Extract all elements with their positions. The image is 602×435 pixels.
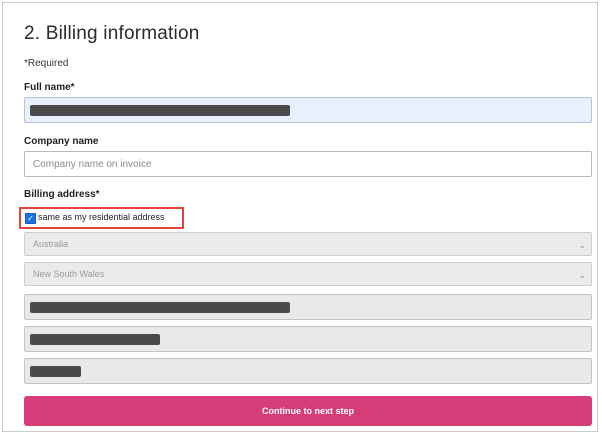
redacted-full-name [30,105,290,116]
company-name-label: Company name [24,136,99,147]
continue-button[interactable]: Continue to next step [24,396,592,426]
state-selected-value: New South Wales [33,269,105,279]
billing-form: 2. Billing information *Required Full na… [2,2,598,432]
chevron-down-icon: ⌄ [578,240,586,250]
street-address-input[interactable] [24,294,592,320]
company-name-input[interactable] [24,151,592,177]
full-name-label: Full name* [24,82,75,93]
section-title: 2. Billing information [24,23,200,44]
redacted-postcode [30,366,81,377]
checkmark-icon: ✓ [27,214,34,223]
postcode-input[interactable] [24,358,592,384]
full-name-input[interactable] [24,97,592,123]
required-note: *Required [24,58,69,69]
billing-address-label: Billing address* [24,189,100,200]
country-selected-value: Australia [33,239,69,249]
redacted-street-address [30,302,290,313]
same-as-residential-row[interactable]: ✓ same as my residential address [19,207,184,229]
same-as-residential-checkbox[interactable]: ✓ [25,213,36,224]
country-select[interactable]: Australia ⌄ [24,232,592,256]
chevron-down-icon: ⌄ [578,270,586,280]
suburb-input[interactable] [24,326,592,352]
redacted-suburb [30,334,160,345]
same-as-residential-label[interactable]: same as my residential address [38,212,165,222]
state-select[interactable]: New South Wales ⌄ [24,262,592,286]
